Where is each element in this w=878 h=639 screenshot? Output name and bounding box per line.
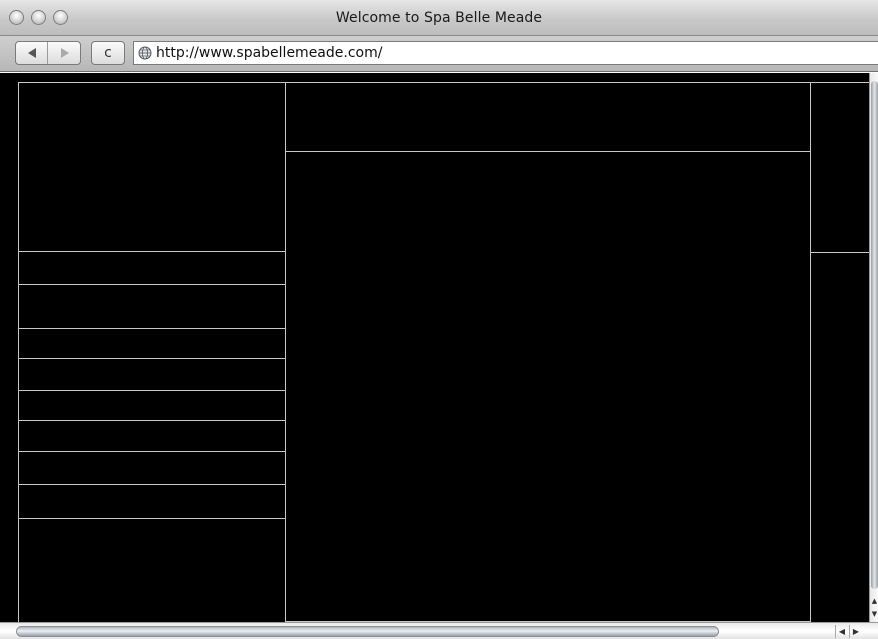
left-nav-item-6[interactable] [18,420,286,452]
window-title: Welcome to Spa Belle Meade [335,10,543,26]
left-nav-item-2[interactable] [18,284,286,329]
reload-button[interactable]: c [91,41,125,65]
horizontal-scrollbar[interactable]: ◀ ▶ [0,622,878,639]
back-arrow-icon [27,48,36,58]
left-nav-item-8[interactable] [18,484,286,519]
back-button[interactable] [16,42,48,64]
horizontal-scroll-thumb[interactable] [16,626,719,637]
left-nav-item-3[interactable] [18,328,286,359]
left-nav-item-5[interactable] [18,390,286,421]
scroll-left-icon[interactable]: ◀ [835,625,848,638]
forward-arrow-icon [61,48,69,58]
page-viewport [0,73,878,622]
left-header-panel [18,82,286,252]
scroll-right-icon[interactable]: ▶ [849,625,862,638]
vertical-scroll-thumb[interactable] [871,81,878,589]
scroll-down-icon[interactable]: ▼ [870,608,878,620]
left-nav-item-1[interactable] [18,251,286,285]
left-nav-item-7[interactable] [18,451,286,485]
reload-icon: c [104,45,112,61]
center-banner-panel [285,82,811,152]
right-bottom-panel [810,252,878,622]
left-nav-item-4[interactable] [18,358,286,391]
globe-icon [138,46,152,60]
left-footer-panel [18,518,286,622]
center-content-panel [285,151,811,622]
forward-button[interactable] [49,42,81,64]
scroll-up-icon[interactable]: ▲ [870,595,878,607]
navigation-buttons [15,41,81,65]
right-top-panel [810,82,878,253]
vertical-scrollbar[interactable]: ▲ ▼ [869,73,878,622]
address-bar[interactable]: http://www.spabellemeade.com/ [133,41,878,65]
browser-window: Welcome to Spa Belle Meade c http://www.… [0,0,878,639]
title-bar[interactable]: Welcome to Spa Belle Meade [0,0,878,36]
browser-toolbar: c http://www.spabellemeade.com/ [0,36,878,72]
url-text: http://www.spabellemeade.com/ [156,45,383,61]
